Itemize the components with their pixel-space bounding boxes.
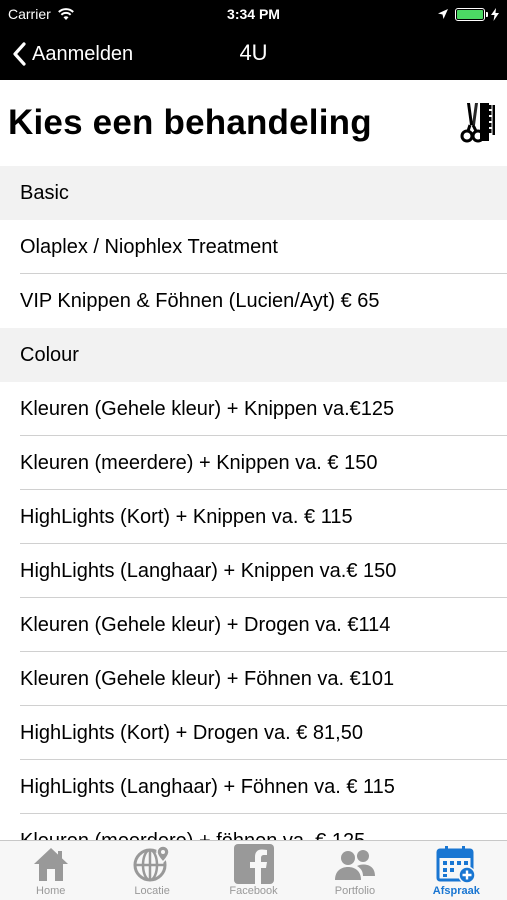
home-icon (33, 848, 68, 881)
list-item[interactable]: Kleuren (meerdere) + föhnen va. € 125 (0, 814, 507, 841)
list-item[interactable]: Kleuren (meerdere) + Knippen va. € 150 (0, 436, 507, 490)
tab-afspraak[interactable]: Afspraak (406, 841, 507, 900)
page-header: Kies een behandeling (0, 80, 507, 166)
tab-locatie[interactable]: Locatie (101, 841, 202, 900)
tab-portfolio-label: Portfolio (334, 885, 376, 897)
tab-facebook[interactable]: Facebook (203, 841, 304, 900)
carrier-label: Carrier (8, 6, 51, 22)
list-item[interactable]: Olaplex / Niophlex Treatment (0, 220, 507, 274)
list-item[interactable]: HighLights (Langhaar) + Föhnen va. € 115 (0, 760, 507, 814)
tab-afspraak-label: Afspraak (432, 885, 480, 897)
navigation-bar: Aanmelden 4U (0, 28, 507, 80)
list-item[interactable]: Kleuren (Gehele kleur) + Drogen va. €114 (0, 598, 507, 652)
back-button[interactable]: Aanmelden (12, 38, 133, 70)
tab-home-label: Home (36, 885, 66, 897)
page-title: Kies een behandeling (8, 103, 372, 142)
treatment-list: Basic Olaplex / Niophlex Treatment VIP K… (0, 166, 507, 840)
battery-icon (455, 7, 488, 21)
tab-locatie-label: Locatie (134, 885, 170, 897)
status-right (437, 7, 499, 21)
facebook-icon (233, 844, 274, 884)
list-item[interactable]: Kleuren (Gehele kleur) + Föhnen va. €101 (0, 652, 507, 706)
location-arrow-icon (438, 9, 448, 19)
list-item[interactable]: HighLights (Kort) + Drogen va. € 81,50 (0, 706, 507, 760)
wifi-icon (57, 8, 74, 20)
section-header-basic: Basic (0, 166, 507, 220)
status-bar: Carrier 3:34 PM (0, 0, 507, 28)
charging-bolt-icon (491, 7, 499, 21)
tab-facebook-label: Facebook (229, 885, 278, 897)
status-left: Carrier (8, 6, 437, 22)
section-header-colour: Colour (0, 328, 507, 382)
chevron-left-icon (13, 42, 26, 66)
globe-location-icon (133, 845, 170, 882)
list-item[interactable]: HighLights (Kort) + Knippen va. € 115 (0, 490, 507, 544)
scissors-comb-icon (460, 103, 495, 143)
tab-bar: Home Locatie Facebook Portfolio Afspraak (0, 840, 507, 900)
tab-portfolio[interactable]: Portfolio (304, 841, 405, 900)
tab-home[interactable]: Home (0, 841, 101, 900)
people-icon (334, 850, 375, 880)
list-item[interactable]: Kleuren (Gehele kleur) + Knippen va.€125 (0, 382, 507, 436)
list-item[interactable]: VIP Knippen & Föhnen (Lucien/Ayt) € 65 (0, 274, 507, 328)
back-button-label: Aanmelden (32, 42, 134, 65)
list-item[interactable]: HighLights (Langhaar) + Knippen va.€ 150 (0, 544, 507, 598)
calendar-add-icon (436, 846, 477, 884)
